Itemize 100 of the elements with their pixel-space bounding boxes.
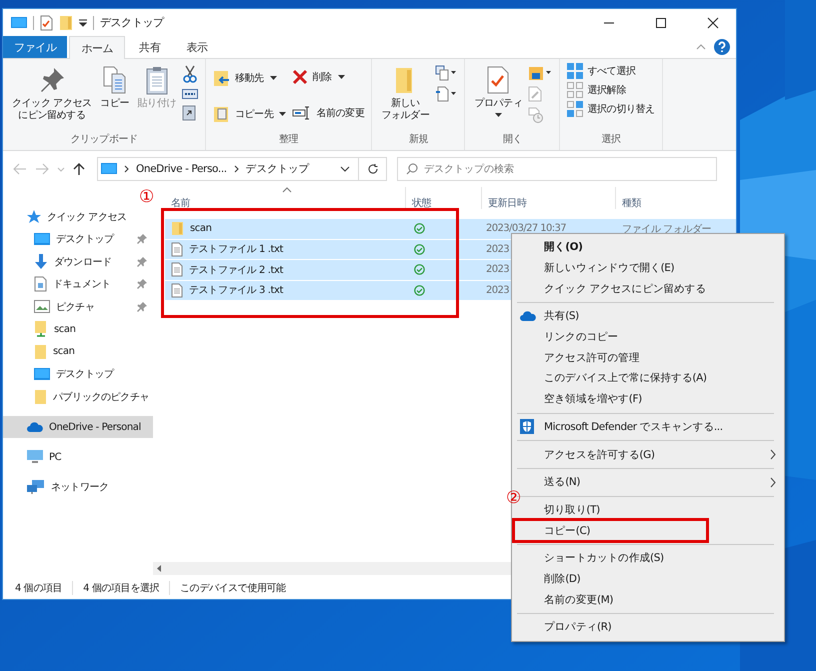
menu-item[interactable]: 削除(D) [512, 568, 784, 590]
desktop-icon [34, 232, 50, 246]
nav-item[interactable]: ドキュメント [3, 273, 153, 296]
ribbon-tab[interactable]: ファイル [3, 36, 68, 58]
nav-item[interactable]: scan [3, 318, 153, 340]
menu-item[interactable]: このデバイス上で常に保持する(A) [512, 368, 784, 389]
breadcrumb[interactable]: デスクトップ [246, 162, 310, 176]
folder-icon [171, 221, 184, 236]
caret-icon[interactable] [79, 18, 87, 26]
menu-item[interactable]: アクセスを許可する(G) [512, 444, 784, 465]
menu-item[interactable]: コピー(C) [512, 518, 709, 544]
status-text: 4 個の項目を選択 [83, 582, 160, 595]
modified-date: 2023 [486, 244, 510, 255]
network-icon [27, 480, 45, 494]
up-icon[interactable] [73, 162, 85, 176]
invert-selection-icon [567, 101, 584, 117]
menu-item[interactable]: ショートカットの作成(S) [512, 548, 784, 569]
search-field[interactable]: デスクトップの検索 [397, 157, 717, 181]
copy-folder-icon [213, 104, 231, 122]
move-folder-icon [213, 69, 231, 87]
ribbon-button[interactable]: コピー [98, 63, 132, 112]
pin-icon[interactable] [137, 279, 147, 290]
menu-item[interactable]: プロパティ(R) [512, 617, 784, 638]
search-icon [406, 163, 418, 175]
text-file-icon [171, 242, 183, 257]
menu-item[interactable]: 空き領域を増やす(F) [512, 388, 784, 410]
ribbon-button[interactable]: コピー先 [213, 104, 286, 122]
nav-item[interactable]: scan [3, 340, 153, 363]
ribbon-button[interactable]: 選択の切り替え [567, 101, 655, 117]
shield-icon [520, 419, 534, 434]
chevron-icon [770, 449, 776, 460]
menu-item[interactable]: 共有(S) [512, 306, 784, 327]
address-bar[interactable]: OneDrive - Perso... デスクトップ [97, 157, 359, 181]
help-icon[interactable] [714, 39, 730, 55]
sort-caret-icon [282, 187, 292, 193]
ribbon-tab[interactable]: ホーム [69, 36, 126, 59]
maximize-icon[interactable] [655, 16, 667, 28]
column-header[interactable]: 状態 [406, 187, 482, 209]
breadcrumb[interactable]: OneDrive - Perso... [136, 163, 227, 175]
cloud-icon [520, 311, 536, 322]
nav-item[interactable]: PC [3, 446, 153, 468]
nav-item[interactable]: デスクトップ [3, 363, 153, 386]
new-item-icon[interactable] [435, 65, 458, 81]
modified-date: 2023 [486, 264, 510, 276]
step-number: ① [139, 188, 154, 206]
ribbon-tab[interactable]: 共有 [127, 36, 172, 58]
dropdown-icon[interactable] [340, 166, 350, 172]
shared-folder-icon [34, 320, 48, 338]
text-file-icon [171, 282, 183, 298]
modified-date: 2023 [486, 284, 510, 296]
copy-path-icon[interactable] [182, 88, 198, 100]
nav-item[interactable]: ダウンロード [3, 250, 153, 273]
nav-item[interactable]: OneDrive - Personal [3, 416, 153, 438]
menu-item[interactable]: リンクのコピー [512, 326, 784, 348]
pin-icon[interactable] [137, 256, 147, 267]
computer-icon [27, 450, 43, 464]
open-folder-icon[interactable] [528, 65, 552, 81]
collapse-ribbon-icon[interactable] [696, 44, 706, 50]
column-header[interactable]: 種類 [616, 187, 736, 209]
chevron-icon [234, 165, 239, 173]
properties-icon[interactable] [40, 14, 53, 30]
ribbon-button[interactable]: クイック アクセス にピン留めする [10, 63, 94, 124]
scroll-left-icon[interactable] [157, 565, 162, 572]
modified-date: 2023/03/27 10:37 [486, 223, 566, 234]
nav-item[interactable]: クイック アクセス [3, 206, 153, 228]
ribbon-button[interactable]: すべて選択 [567, 63, 636, 79]
easy-access-icon[interactable] [435, 86, 458, 102]
menu-item[interactable]: Microsoft Defender でスキャンする... [512, 416, 784, 438]
group-label: 整理 [279, 133, 298, 147]
scissors-icon[interactable] [182, 65, 198, 83]
menu-item[interactable]: アクセス許可の管理 [512, 347, 784, 368]
file-type: ファイル フォルダー [622, 222, 712, 236]
pin-icon[interactable] [137, 234, 147, 244]
ribbon-button[interactable]: 名前の変更 [292, 104, 364, 120]
synced-check-icon [414, 284, 425, 296]
delete-icon [292, 69, 308, 85]
nav-item[interactable]: ネットワーク [3, 476, 153, 498]
column-header[interactable]: 名前 [165, 187, 406, 209]
menu-item[interactable]: 名前の変更(M) [512, 589, 784, 610]
close-icon[interactable] [707, 16, 719, 28]
status-text: このデバイスで使用可能 [180, 582, 286, 595]
column-header[interactable]: 更新日時 [482, 187, 616, 209]
nav-item[interactable]: ピクチャ [3, 296, 153, 318]
ribbon-tab[interactable]: 表示 [174, 36, 220, 58]
nav-item[interactable]: デスクトップ [3, 228, 153, 250]
window-title: デスクトップ [100, 15, 164, 30]
ribbon-button[interactable]: 削除 [292, 69, 364, 85]
text-file-icon [171, 262, 183, 278]
desktop-icon [34, 368, 50, 381]
folder-icon [34, 388, 47, 405]
pin-icon[interactable] [137, 302, 147, 312]
ribbon-button[interactable]: プロパティ [472, 63, 524, 119]
cloud-icon [27, 422, 43, 432]
ribbon-button[interactable]: 新しい フォルダー [379, 63, 432, 124]
ribbon-button[interactable]: 移動先 [213, 69, 286, 87]
ribbon-button[interactable]: 選択解除 [567, 82, 626, 98]
nav-item[interactable]: パブリックのピクチャ [3, 386, 153, 408]
refresh-button[interactable] [358, 157, 387, 181]
computer-icon[interactable] [11, 16, 27, 30]
paste-shortcut-icon[interactable] [182, 105, 196, 121]
